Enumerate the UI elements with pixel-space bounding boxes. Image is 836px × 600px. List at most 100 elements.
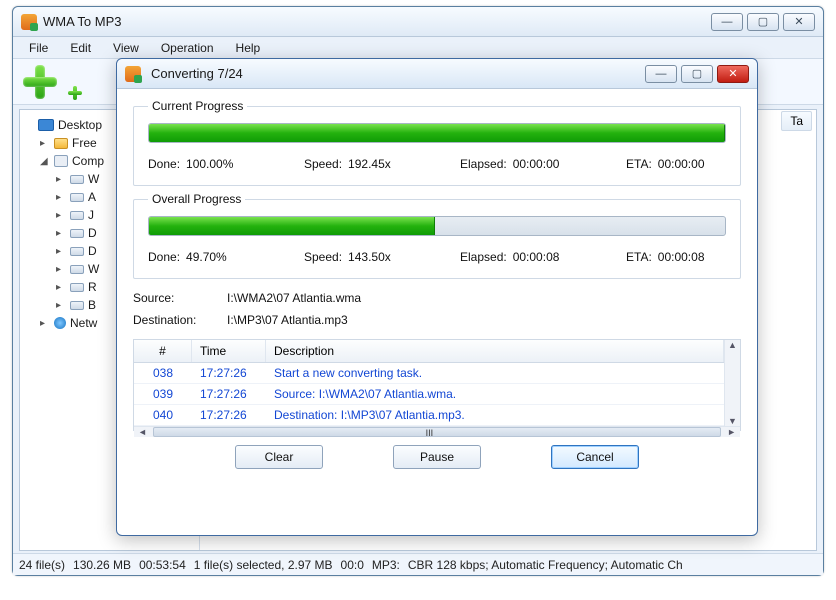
status-filecount: 24 file(s) xyxy=(19,558,65,572)
current-eta-value: 00:00:00 xyxy=(658,157,705,171)
log-cell-num: 040 xyxy=(134,405,192,425)
menu-view[interactable]: View xyxy=(103,39,149,57)
log-cell-num: 039 xyxy=(134,384,192,404)
close-button[interactable]: ✕ xyxy=(783,13,815,31)
tree-expand-icon[interactable]: ▸ xyxy=(56,174,66,185)
tree-expand-icon[interactable]: ◢ xyxy=(40,156,50,167)
tree-label: Comp xyxy=(72,154,104,168)
log-row[interactable]: 04017:27:26Destination: I:\MP3\07 Atlant… xyxy=(134,405,724,426)
current-elapsed-label: Elapsed: xyxy=(460,157,507,171)
dialog-maximize-button[interactable]: ▢ xyxy=(681,65,713,83)
tree-expand-icon[interactable]: ▸ xyxy=(56,192,66,203)
scroll-thumb-marker: III xyxy=(426,428,434,438)
log-row[interactable]: 03917:27:26Source: I:\WMA2\07 Atlantia.w… xyxy=(134,384,724,405)
drive-icon xyxy=(70,283,84,292)
menu-file[interactable]: File xyxy=(19,39,58,57)
menu-edit[interactable]: Edit xyxy=(60,39,101,57)
log-vscrollbar[interactable]: ▲ ▼ xyxy=(724,340,740,426)
dialog-minimize-button[interactable]: — xyxy=(645,65,677,83)
current-done-label: Done: xyxy=(148,157,180,171)
dialog-icon xyxy=(125,66,141,82)
scroll-up-icon[interactable]: ▲ xyxy=(728,340,737,350)
current-speed-value: 192.45x xyxy=(348,157,391,171)
overall-elapsed-value: 00:00:08 xyxy=(513,250,560,264)
monitor-icon xyxy=(38,119,54,131)
overall-elapsed-label: Elapsed: xyxy=(460,250,507,264)
status-totalsize: 130.26 MB xyxy=(73,558,131,572)
current-progress-fill xyxy=(149,124,725,142)
current-progress-legend: Current Progress xyxy=(148,99,247,113)
current-progress-bar xyxy=(148,123,726,143)
minimize-button[interactable]: — xyxy=(711,13,743,31)
tree-label: A xyxy=(88,190,96,204)
log-col-num[interactable]: # xyxy=(134,340,192,362)
log-cell-num: 038 xyxy=(134,363,192,383)
status-format: MP3: xyxy=(372,558,400,572)
menu-operation[interactable]: Operation xyxy=(151,39,224,57)
current-stats: Done:100.00% Speed:192.45x Elapsed:00:00… xyxy=(148,157,726,171)
comp-icon xyxy=(54,155,68,167)
dialog-window-controls: — ▢ ✕ xyxy=(645,65,749,83)
log-table: # Time Description 03817:27:26Start a ne… xyxy=(133,339,741,431)
tree-expand-icon[interactable]: ▸ xyxy=(56,228,66,239)
tree-expand-icon[interactable]: ▸ xyxy=(40,138,50,149)
pause-button[interactable]: Pause xyxy=(393,445,481,469)
source-value: I:\WMA2\07 Atlantia.wma xyxy=(227,291,361,305)
column-ta[interactable]: Ta xyxy=(781,111,812,131)
tree-expand-icon[interactable]: ▸ xyxy=(56,300,66,311)
log-cell-desc: Start a new converting task. xyxy=(266,363,724,383)
add-files-icon[interactable] xyxy=(21,63,59,101)
tree-label: Desktop xyxy=(58,118,102,132)
drive-icon xyxy=(70,193,84,202)
scroll-right-icon[interactable]: ► xyxy=(727,427,736,437)
source-row: Source: I:\WMA2\07 Atlantia.wma xyxy=(133,291,741,305)
destination-label: Destination: xyxy=(133,313,209,327)
overall-eta-value: 00:00:08 xyxy=(658,250,705,264)
clear-button[interactable]: Clear xyxy=(235,445,323,469)
converting-dialog: Converting 7/24 — ▢ ✕ Current Progress D… xyxy=(116,58,758,536)
log-hscrollbar[interactable]: ◄ III ► xyxy=(134,426,740,437)
current-elapsed-value: 00:00:00 xyxy=(513,157,560,171)
tree-label: W xyxy=(88,172,99,186)
destination-row: Destination: I:\MP3\07 Atlantia.mp3 xyxy=(133,313,741,327)
tree-expand-icon[interactable]: ▸ xyxy=(56,210,66,221)
net-icon xyxy=(54,317,66,329)
scroll-left-icon[interactable]: ◄ xyxy=(138,427,147,437)
drive-icon xyxy=(70,229,84,238)
tree-expand-icon[interactable]: ▸ xyxy=(56,282,66,293)
overall-progress-group: Overall Progress Done:49.70% Speed:143.5… xyxy=(133,192,741,279)
scroll-down-icon[interactable]: ▼ xyxy=(728,416,737,426)
tree-label: W xyxy=(88,262,99,276)
list-header: Ta xyxy=(781,110,812,132)
tree-label: Free xyxy=(72,136,97,150)
log-cell-desc: Source: I:\WMA2\07 Atlantia.wma. xyxy=(266,384,724,404)
tree-expand-icon[interactable]: ▸ xyxy=(56,264,66,275)
tree-expand-icon[interactable]: ▸ xyxy=(56,246,66,257)
tree-label: Netw xyxy=(70,316,97,330)
dialog-buttons: Clear Pause Cancel xyxy=(133,445,741,469)
log-col-time[interactable]: Time xyxy=(192,340,266,362)
status-settings: CBR 128 kbps; Automatic Frequency; Autom… xyxy=(408,558,683,572)
main-titlebar: WMA To MP3 — ▢ ✕ xyxy=(13,7,823,37)
drive-icon xyxy=(70,175,84,184)
overall-done-label: Done: xyxy=(148,250,180,264)
status-totaldur: 00:53:54 xyxy=(139,558,186,572)
log-col-desc[interactable]: Description xyxy=(266,340,724,362)
source-label: Source: xyxy=(133,291,209,305)
maximize-button[interactable]: ▢ xyxy=(747,13,779,31)
tree-expand-icon[interactable]: ▸ xyxy=(40,318,50,329)
log-body[interactable]: 03817:27:26Start a new converting task.0… xyxy=(134,363,724,426)
app-icon xyxy=(21,14,37,30)
destination-value: I:\MP3\07 Atlantia.mp3 xyxy=(227,313,348,327)
cancel-button[interactable]: Cancel xyxy=(551,445,639,469)
log-row[interactable]: 03817:27:26Start a new converting task. xyxy=(134,363,724,384)
scroll-thumb[interactable]: III xyxy=(153,427,721,437)
log-cell-time: 17:27:26 xyxy=(192,363,266,383)
overall-speed-value: 143.50x xyxy=(348,250,391,264)
log-cell-time: 17:27:26 xyxy=(192,384,266,404)
dialog-close-button[interactable]: ✕ xyxy=(717,65,749,83)
status-selected: 1 file(s) selected, 2.97 MB xyxy=(194,558,333,572)
add-file-small-icon[interactable] xyxy=(67,85,83,101)
menu-help[interactable]: Help xyxy=(226,39,271,57)
current-progress-group: Current Progress Done:100.00% Speed:192.… xyxy=(133,99,741,186)
